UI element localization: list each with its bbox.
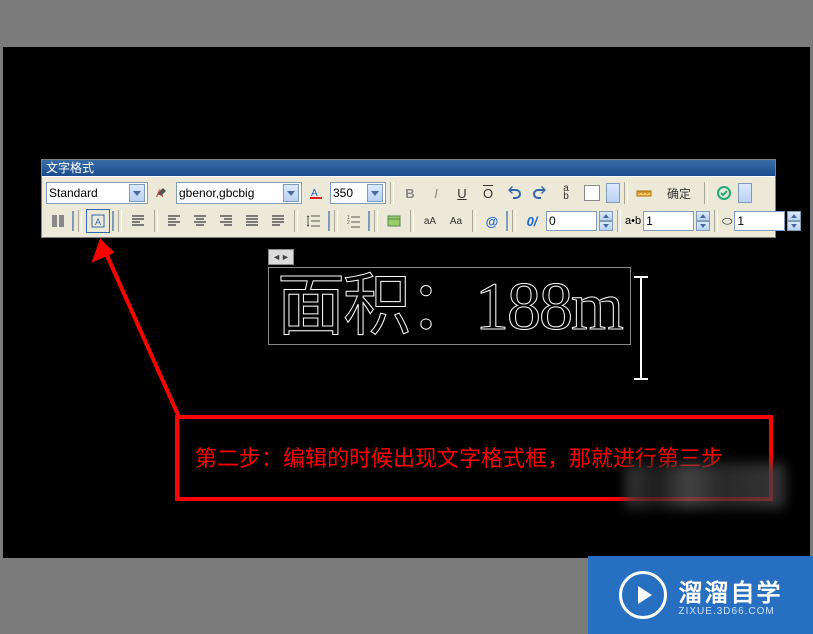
oblique-input[interactable]: 0 xyxy=(546,211,597,231)
width-label: ⬭ xyxy=(722,214,732,229)
chevron-down-icon[interactable] xyxy=(72,211,74,231)
brand-name: 溜溜自学 xyxy=(679,573,783,608)
chevron-down-icon xyxy=(283,184,299,202)
svg-text:A: A xyxy=(95,217,101,227)
paragraph-button[interactable] xyxy=(126,209,150,233)
undo-button[interactable] xyxy=(502,181,526,205)
italic-button[interactable]: I xyxy=(424,181,448,205)
tracking-label: a•b xyxy=(625,215,641,227)
text-cursor-icon xyxy=(640,278,642,378)
height-value: 350 xyxy=(333,186,353,200)
numbering-button[interactable]: 12 xyxy=(342,209,366,233)
svg-text:2: 2 xyxy=(347,220,350,226)
overline-button[interactable]: O xyxy=(476,181,500,205)
align-center-button[interactable] xyxy=(188,209,212,233)
ruler-handle-icon[interactable] xyxy=(268,249,294,265)
color-swatch-button[interactable] xyxy=(580,181,604,205)
insert-field-button[interactable] xyxy=(382,209,406,233)
toolbar-row-1: Standard A gbenor,gbcbig A 350 xyxy=(44,179,773,207)
ok-button[interactable]: 确定 xyxy=(658,181,700,205)
chevron-down-icon[interactable] xyxy=(606,183,620,203)
mtext-content: 面积：188m xyxy=(277,268,622,344)
line-spacing-button[interactable] xyxy=(302,209,326,233)
align-justify-button[interactable] xyxy=(240,209,264,233)
redo-button[interactable] xyxy=(528,181,552,205)
font-picker-icon[interactable]: A xyxy=(150,181,174,205)
symbol-button[interactable]: @ xyxy=(480,209,504,233)
align-left-button[interactable] xyxy=(162,209,186,233)
ruler-button[interactable] xyxy=(632,181,656,205)
chevron-down-icon xyxy=(367,184,383,202)
color-icon[interactable]: A xyxy=(304,181,328,205)
stack-button[interactable]: ab xyxy=(554,181,578,205)
toolbar-row-2: A xyxy=(44,207,777,235)
brand-logo: 溜溜自学 ZIXUE.3D66.COM xyxy=(588,556,813,634)
align-distribute-button[interactable] xyxy=(266,209,290,233)
font-value: gbenor,gbcbig xyxy=(179,186,254,200)
play-icon xyxy=(619,571,667,619)
align-right-button[interactable] xyxy=(214,209,238,233)
style-dropdown[interactable]: Standard xyxy=(46,182,148,204)
text-format-panel: 文字格式 Standard A gbenor,gbcbig A xyxy=(41,159,776,238)
mtext-box[interactable]: 面积：188m xyxy=(268,267,631,345)
underline-button[interactable]: U xyxy=(450,181,474,205)
mtext-editor[interactable]: 面积：188m xyxy=(268,249,631,345)
tracking-input[interactable]: 1 xyxy=(643,211,694,231)
style-value: Standard xyxy=(49,186,98,200)
chevron-down-icon[interactable] xyxy=(738,183,752,203)
chevron-down-icon[interactable] xyxy=(328,211,330,231)
chevron-down-icon[interactable] xyxy=(506,211,508,231)
columns-button[interactable] xyxy=(46,209,70,233)
lowercase-button[interactable]: Aa xyxy=(444,209,468,233)
mtext-align-button[interactable]: A xyxy=(86,209,110,233)
toolbar: Standard A gbenor,gbcbig A 350 xyxy=(42,176,775,237)
tracking-spinner[interactable] xyxy=(696,211,710,231)
options-button[interactable] xyxy=(712,181,736,205)
height-dropdown[interactable]: 350 xyxy=(330,182,386,204)
font-dropdown[interactable]: gbenor,gbcbig xyxy=(176,182,302,204)
bold-button[interactable]: B xyxy=(398,181,422,205)
uppercase-button[interactable]: aA xyxy=(418,209,442,233)
chevron-down-icon[interactable] xyxy=(112,211,114,231)
chevron-down-icon xyxy=(129,184,145,202)
width-spinner[interactable] xyxy=(787,211,801,231)
watermark-blur xyxy=(625,463,785,508)
oblique-spinner[interactable] xyxy=(599,211,613,231)
brand-url: ZIXUE.3D66.COM xyxy=(679,606,783,617)
oblique-button[interactable]: 0/ xyxy=(520,209,544,233)
cad-canvas: 文字格式 Standard A gbenor,gbcbig A xyxy=(3,47,810,558)
chevron-down-icon[interactable] xyxy=(368,211,370,231)
panel-title: 文字格式 xyxy=(42,160,775,176)
width-input[interactable]: 1 xyxy=(734,211,785,231)
